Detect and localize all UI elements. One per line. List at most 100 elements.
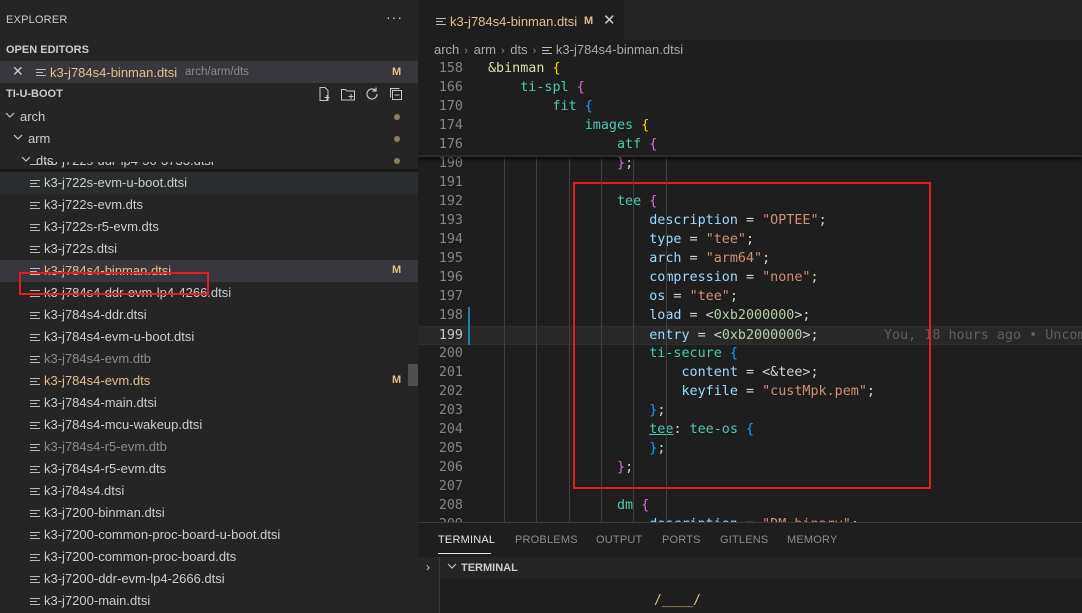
line-number: 196 [438,270,463,285]
file-lines-icon [30,420,40,430]
panel-tab-terminal[interactable]: TERMINAL [438,534,495,546]
line-number: 170 [438,99,463,114]
breadcrumb-item[interactable]: k3-j784s4-binman.dtsi [556,42,683,57]
code-line[interactable]: 166 ti-spl { [418,79,1082,98]
line-number: 194 [438,232,463,247]
open-editor-item[interactable]: ✕ k3-j784s4-binman.dtsi arch/arm/dts M [0,61,418,83]
refresh-icon[interactable] [364,86,380,102]
file-item[interactable]: k3-j722s-r5-evm.dts [0,216,418,238]
file-lines-icon [30,508,40,518]
editor-tab[interactable]: k3-j784s4-binman.dtsi M ✕ [418,0,624,40]
more-actions-icon[interactable]: ··· [386,9,403,25]
file-name: k3-j784s4-main.dtsi [44,395,157,410]
file-name: k3-j7200-main.dtsi [44,593,151,608]
breadcrumb-item[interactable]: dts [510,42,527,57]
code-text: atf { [488,137,657,152]
file-item[interactable]: k3-j784s4-r5-evm.dts [0,458,418,480]
line-number: 207 [438,479,463,494]
line-number: 166 [438,80,463,95]
close-icon[interactable]: ✕ [12,63,24,80]
file-item[interactable]: k3-j722s-evm.dts [0,194,418,216]
file-name: k3-j784s4-r5-evm.dtb [44,439,167,454]
code-line[interactable]: 170 fit { [418,98,1082,117]
code-token: { [641,118,650,133]
folder-label: arm [28,131,51,146]
file-lines-icon [30,486,40,496]
file-item[interactable]: k3-j7200-binman.dtsi [0,502,418,524]
file-item[interactable]: k3-j784s4-evm.dtb [0,348,418,370]
code-line[interactable]: 176 atf { [418,136,1082,155]
file-item[interactable]: k3-j722s.dtsi [0,238,418,260]
code-token: dm [617,498,634,513]
indent-guide [665,155,667,522]
file-item[interactable]: k3-j784s4-r5-evm.dtb [0,436,418,458]
panel-tab-memory[interactable]: MEMORY [787,534,838,546]
code-line[interactable]: 190 }; [418,155,1082,174]
sidebar-scrollbar[interactable] [408,364,418,386]
modified-badge: M [584,15,594,27]
line-number: 197 [438,289,463,304]
code-token: fit [552,99,577,114]
indent-guide [601,155,603,522]
file-name: k3-j7200-ddr-evm-lp4-2666.dtsi [44,571,225,586]
code-line[interactable]: 208 dm { [418,497,1082,516]
panel-tab-output[interactable]: OUTPUT [596,534,642,546]
file-item[interactable]: k3-j7200-common-proc-board.dts [0,546,418,568]
file-item[interactable]: k3-j722s-evm-u-boot.dtsi [0,172,418,194]
terminal-output[interactable]: /____/ [654,593,701,608]
file-item[interactable]: k3-j784s4-evm-u-boot.dtsi [0,326,418,348]
file-item[interactable]: k3-j784s4-mcu-wakeup.dtsi [0,414,418,436]
line-number: 199 [438,328,463,343]
line-number: 193 [438,213,463,228]
breadcrumb-item[interactable]: arm [474,42,496,57]
terminal-subheader: TERMINAL [418,557,1082,579]
code-text: ti-spl { [488,80,585,95]
file-lines-icon [36,67,46,77]
chevron-down-icon[interactable] [447,561,457,571]
chevron-right-icon[interactable]: › [426,560,430,574]
chevron-down-icon [13,134,23,140]
file-item[interactable]: k3-j784s4-evm.dts M [0,370,418,392]
new-file-icon[interactable] [316,86,332,102]
line-number: 208 [438,498,463,513]
code-token: { [649,137,658,152]
terminal-side: › [418,557,440,613]
new-folder-icon[interactable] [340,86,356,102]
breadcrumb-item[interactable]: arch [434,42,459,57]
file-item[interactable]: k3-j7200-ddr-evm-lp4-2666.dtsi [0,568,418,590]
file-item[interactable]: k3-j784s4-main.dtsi [0,392,418,414]
sticky-separator [418,155,1082,157]
highlight-box-file [19,272,209,295]
panel-tab-problems[interactable]: PROBLEMS [515,534,578,546]
panel-tab-ports[interactable]: PORTS [662,534,701,546]
file-lines-icon [30,442,40,452]
collapse-all-icon[interactable] [388,86,404,102]
file-item[interactable]: k3-j7200-main.dtsi [0,590,418,612]
file-name: k3-j722s-evm.dts [44,197,143,212]
indent-guide [633,155,635,522]
panel-tab-gitlens[interactable]: GITLENS [720,534,768,546]
file-lines-icon [30,354,40,364]
modified-badge: M [392,264,402,276]
folder-arch[interactable]: arch [0,106,418,128]
code-line[interactable]: 158 &binman { [418,60,1082,79]
folder-arm[interactable]: arm [0,128,418,150]
sticky-scroll[interactable]: 158 &binman {166 ti-spl {170 fit {174 ima… [418,60,1082,155]
open-editors-header[interactable]: OPEN EDITORS [0,40,418,62]
file-item[interactable]: k3-j784s4.dtsi [0,480,418,502]
gutter-change-marker[interactable] [468,307,470,326]
file-lines-icon [436,16,446,26]
code-token: { [576,80,585,95]
close-icon[interactable]: ✕ [603,11,616,29]
tab-bar: k3-j784s4-binman.dtsi M ✕ [418,0,1082,40]
gutter-change-marker[interactable] [468,326,470,345]
chevron-right-icon: › [464,45,468,57]
file-lines-icon [30,464,40,474]
file-item[interactable]: k3-j784s4-ddr.dtsi [0,304,418,326]
code-line[interactable]: 174 images { [418,117,1082,136]
file-item[interactable]: k3-j7200-common-proc-board-u-boot.dtsi [0,524,418,546]
